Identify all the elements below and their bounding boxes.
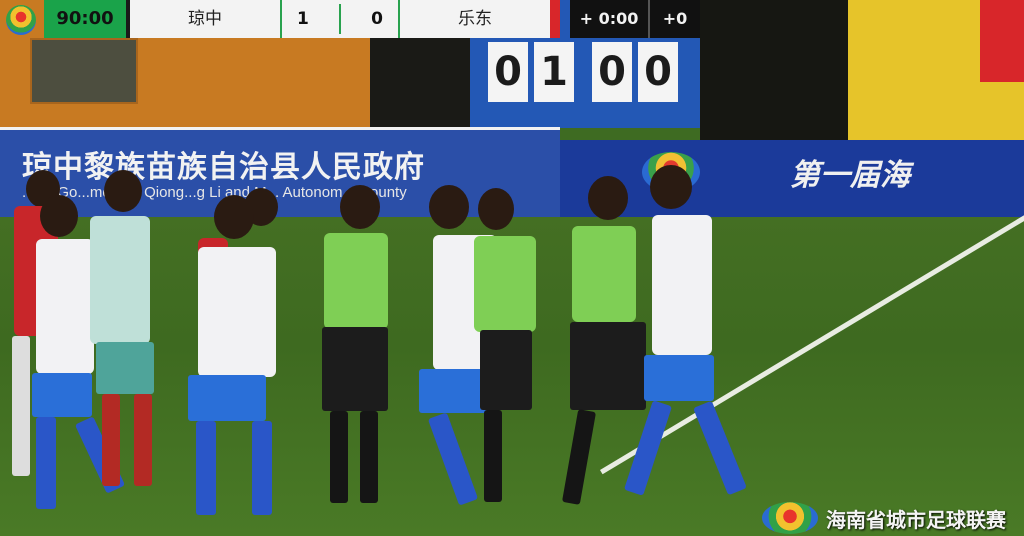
league-name: 海南省城市足球联赛 — [826, 507, 1006, 532]
red-sign — [980, 0, 1024, 82]
board-digit: 1 — [534, 42, 574, 102]
away-team-color — [550, 0, 560, 38]
league-logo-icon — [0, 0, 44, 38]
score-divider — [338, 4, 341, 34]
away-team-name: 乐东 — [400, 0, 550, 38]
board-gap — [580, 42, 586, 102]
government-banner: 琼中黎族苗族自治县人民政府 ...e's Go...ment of Qiong.… — [0, 127, 560, 220]
score: 1 0 — [280, 0, 400, 38]
banner-title: 琼中黎族苗族自治县人民政府 — [22, 150, 425, 185]
match-broadcast-frame: 0 1 0 0 琼中黎族苗族自治县人民政府 ...e's Go...ment o… — [0, 0, 1024, 536]
broadcast-scoreboard: 90:00 琼中 1 0 乐东 + 0:00 +0 — [0, 0, 700, 38]
dark-background — [700, 0, 850, 150]
board-digit: 0 — [592, 42, 632, 102]
league-banner: 第一届海 — [560, 140, 1024, 218]
added-time-minutes: +0 — [648, 0, 700, 38]
board-digit: 0 — [488, 42, 528, 102]
wall-window — [30, 38, 138, 104]
away-score: 0 — [371, 9, 383, 29]
home-score: 1 — [297, 9, 309, 29]
stadium-scoreboard-digits: 0 1 0 0 — [488, 42, 678, 102]
league-watermark: 海南省城市足球联赛 — [762, 502, 1006, 534]
added-time: + 0:00 — [570, 0, 648, 38]
league-banner-title: 第一届海 — [790, 158, 910, 193]
league-logo-icon — [762, 502, 818, 534]
home-team-name: 琼中 — [130, 0, 280, 38]
board-digit: 0 — [638, 42, 678, 102]
match-clock: 90:00 — [44, 0, 126, 38]
